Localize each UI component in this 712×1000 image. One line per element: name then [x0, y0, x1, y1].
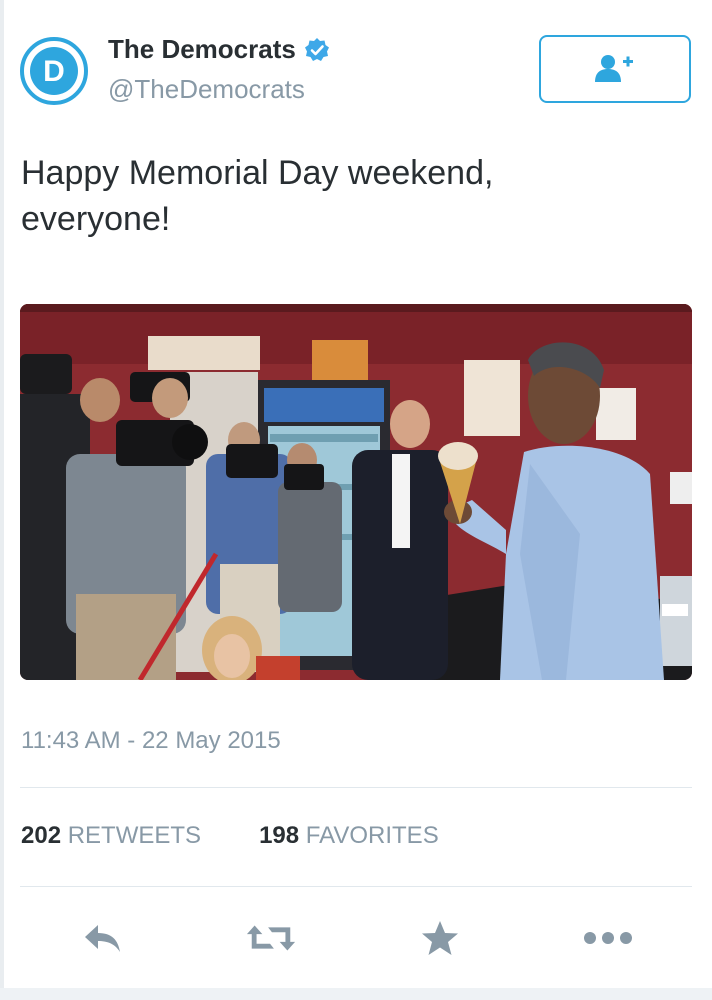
divider-bottom — [20, 886, 692, 887]
favorites-label: FAVORITES — [305, 822, 439, 849]
favorite-button[interactable] — [414, 916, 466, 960]
screen-left-edge — [0, 0, 4, 1000]
favorite-star-icon — [422, 921, 458, 955]
tweet-photo[interactable] — [20, 304, 692, 680]
tweet-text-line-2: everyone! — [21, 200, 171, 238]
tweet-stats: 202 RETWEETS 198 FAVORITES — [21, 822, 439, 850]
screen-bottom-edge — [0, 988, 712, 1000]
favorites-stat[interactable]: 198 FAVORITES — [259, 822, 439, 850]
more-button[interactable] — [582, 916, 634, 960]
divider-top — [20, 787, 692, 788]
avatar[interactable]: D — [20, 37, 88, 105]
tweet-text: Happy Memorial Day weekend, everyone! — [21, 150, 681, 242]
tweet-text-line-1: Happy Memorial Day weekend, — [21, 154, 494, 192]
retweets-label: RETWEETS — [67, 822, 202, 849]
display-name[interactable]: The Democrats — [108, 34, 296, 65]
follow-user-icon — [595, 55, 633, 82]
more-dots-icon — [584, 932, 632, 944]
photo-ice-cream-shop-scene — [20, 304, 692, 680]
reply-button[interactable] — [78, 916, 130, 960]
svg-text:D: D — [43, 55, 65, 88]
favorites-count: 198 — [259, 822, 300, 849]
follow-button[interactable] — [539, 35, 691, 103]
retweets-count: 202 — [21, 822, 62, 849]
verified-badge-icon — [304, 37, 329, 61]
retweets-stat[interactable]: 202 RETWEETS — [21, 822, 201, 850]
retweet-icon — [246, 925, 296, 951]
democrats-logo-icon: D — [30, 47, 78, 95]
handle[interactable]: @TheDemocrats — [108, 74, 305, 105]
reply-icon — [85, 925, 120, 952]
name-row: The Democrats — [108, 34, 330, 65]
retweet-button[interactable] — [245, 916, 297, 960]
tweet-timestamp[interactable]: 11:43 AM - 22 May 2015 — [21, 727, 281, 755]
